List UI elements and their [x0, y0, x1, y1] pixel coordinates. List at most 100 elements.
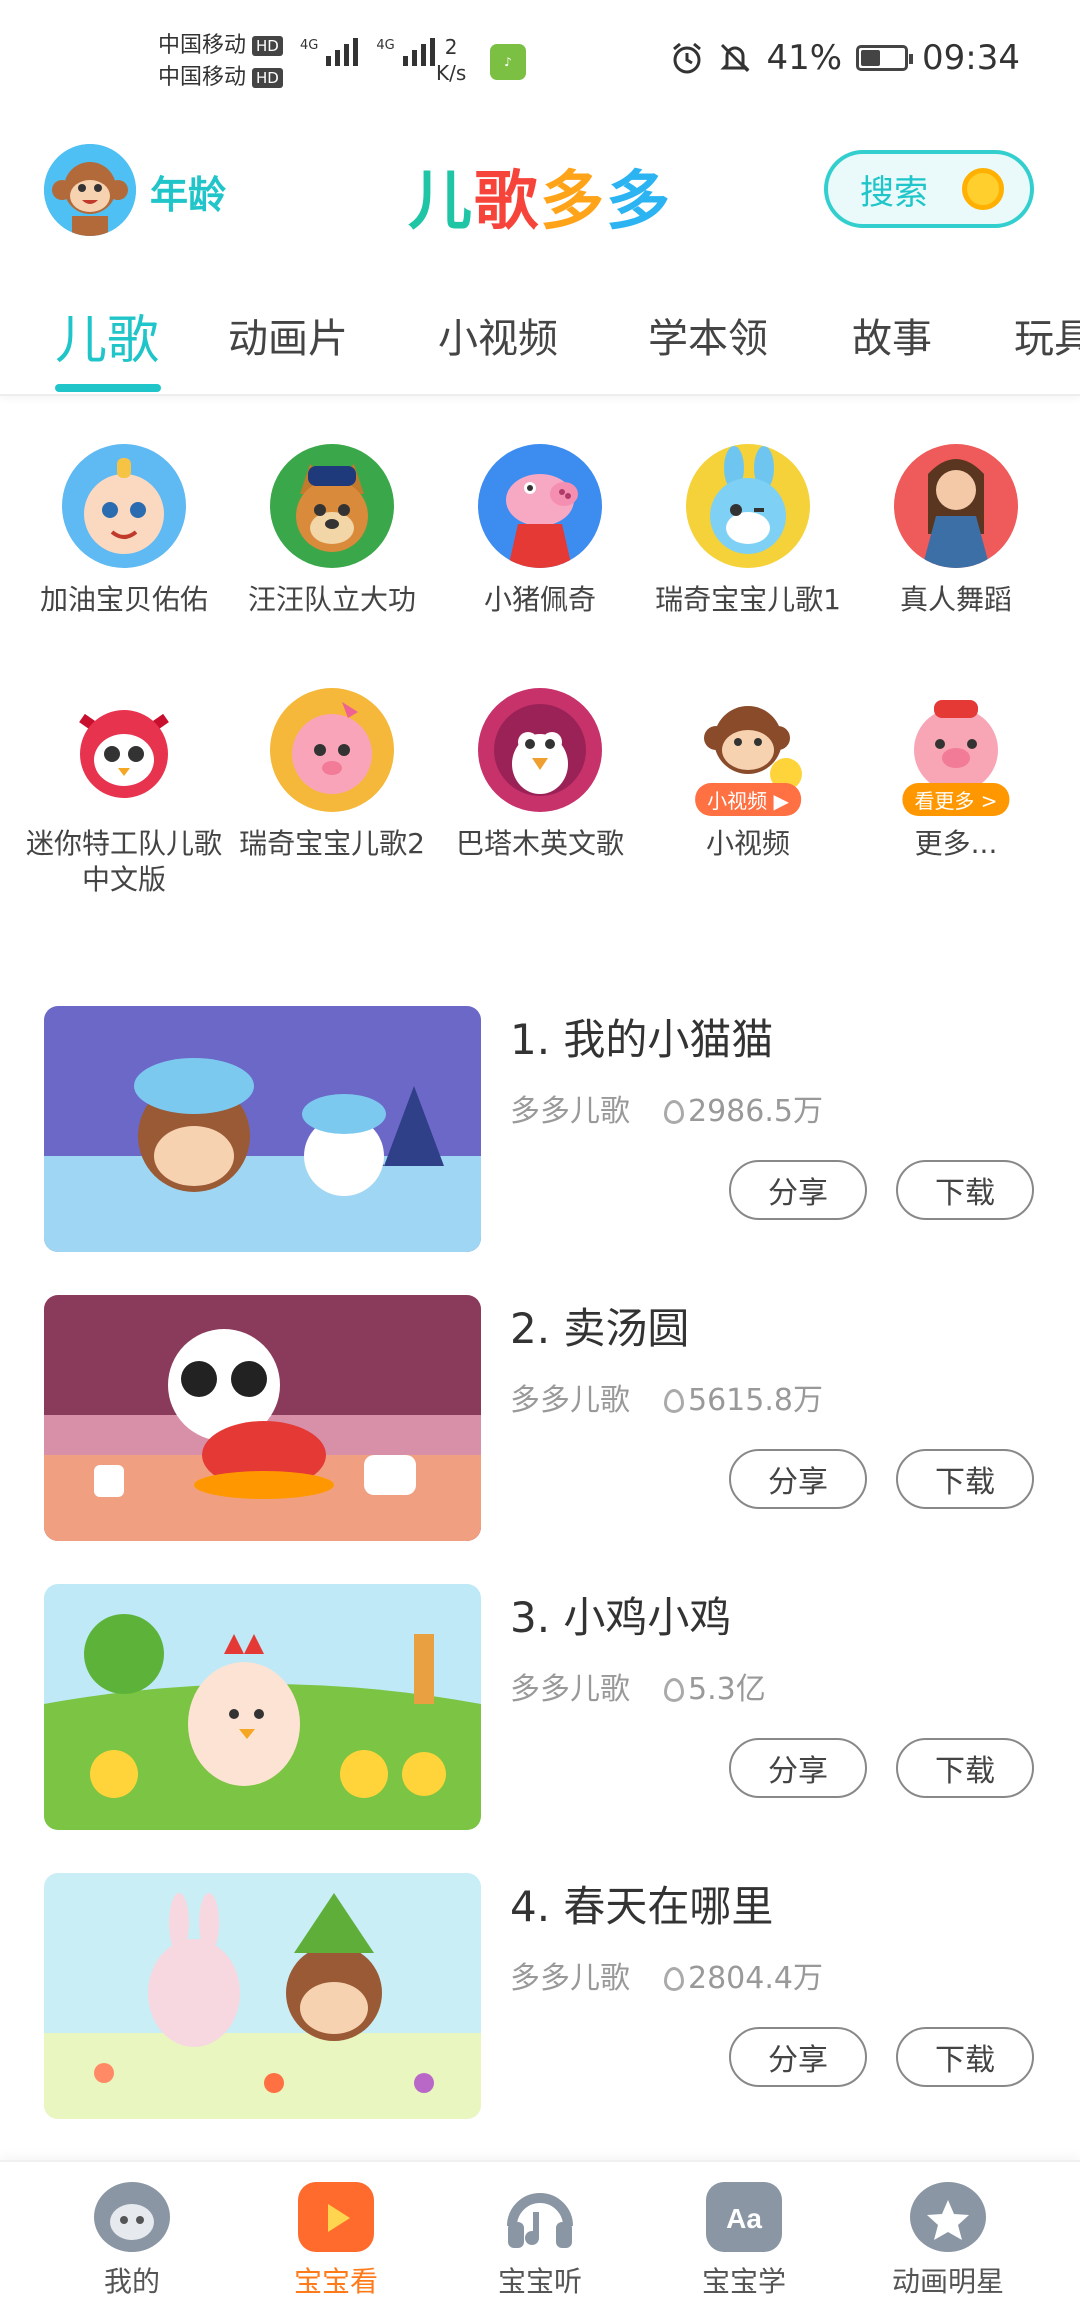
song-title[interactable]: 1. 我的小猫猫: [510, 1006, 773, 1067]
pig-character-icon: [478, 444, 602, 568]
app-notification-icon: ♪: [490, 44, 526, 80]
logo-char-1: 儿: [408, 165, 474, 239]
play-count: 5.3亿: [688, 1672, 766, 1707]
nav-baobaoting[interactable]: 宝宝听: [460, 2182, 620, 2300]
tab-erge[interactable]: 儿歌: [55, 298, 159, 373]
song-thumbnail[interactable]: [44, 1006, 481, 1252]
penguin-character-icon: [478, 688, 602, 812]
nav-wode[interactable]: 我的: [52, 2182, 212, 2300]
song-thumbnail[interactable]: [44, 1584, 481, 1830]
signal-icon: 4G 4G: [300, 38, 435, 66]
category-item[interactable]: 小视频 ▶ 小视频: [648, 688, 848, 862]
tab-wanju[interactable]: 玩具: [1014, 306, 1080, 364]
search-button[interactable]: 搜索: [824, 150, 1034, 228]
share-button[interactable]: 分享: [729, 1449, 867, 1509]
category-label: 小视频: [705, 827, 790, 860]
tab-xuebenling[interactable]: 学本领: [648, 306, 768, 364]
category-tabs: 儿歌 动画片 小视频 学本领 故事 玩具: [0, 296, 1080, 396]
category-label: 瑞奇宝宝儿歌2: [239, 827, 425, 860]
download-button[interactable]: 下载: [896, 1738, 1034, 1798]
song-title[interactable]: 4. 春天在哪里: [510, 1873, 773, 1934]
active-tab-indicator: [55, 384, 161, 392]
category-item[interactable]: 真人舞蹈: [856, 444, 1056, 618]
song-thumbnail[interactable]: [44, 1873, 481, 2119]
logo-char-4: 多: [606, 165, 672, 239]
battery-icon: [856, 45, 914, 71]
song-item[interactable]: 1. 我的小猫猫 多多儿歌 2986.5万 分享 下载: [44, 1006, 1034, 1252]
song-source: 多多儿歌: [510, 1094, 630, 1129]
download-button[interactable]: 下载: [896, 2027, 1034, 2087]
song-item[interactable]: 4. 春天在哪里 多多儿歌 2804.4万 分享 下载: [44, 1873, 1034, 2119]
network-speed: 2 K/s: [436, 35, 467, 85]
carrier-info: 中国移动 HD 中国移动 HD: [158, 30, 283, 94]
avatar[interactable]: [44, 144, 136, 236]
share-button[interactable]: 分享: [729, 1160, 867, 1220]
tab-xiaoshipin[interactable]: 小视频: [438, 306, 558, 364]
nav-baobaokan[interactable]: 宝宝看: [256, 2182, 416, 2300]
alarm-icon: [673, 42, 702, 74]
search-icon: [962, 168, 1004, 210]
download-button[interactable]: 下载: [896, 1160, 1034, 1220]
hd-badge: HD: [252, 68, 283, 88]
dog-character-icon: [270, 444, 394, 568]
category-item[interactable]: 瑞奇宝宝儿歌1: [648, 444, 848, 618]
logo-char-3: 多: [540, 165, 606, 239]
category-label: 巴塔木英文歌: [455, 827, 624, 860]
share-button[interactable]: 分享: [729, 1738, 867, 1798]
category-label: 瑞奇宝宝儿歌1: [655, 583, 841, 616]
nav-label: 动画明星: [891, 2265, 1004, 2298]
category-label: 小猪佩奇: [483, 583, 596, 616]
category-label: 真人舞蹈: [899, 583, 1012, 616]
owl-character-icon: [62, 688, 186, 812]
category-item[interactable]: 看更多 > 更多...: [856, 688, 1056, 862]
nav-label: 宝宝听: [497, 2265, 582, 2298]
play-count: 5615.8万: [688, 1383, 823, 1418]
more-badge: 看更多 >: [902, 783, 1010, 816]
category-item[interactable]: 迷你特工队儿歌 中文版: [24, 688, 224, 898]
app-header: 年龄 儿歌多多 搜索: [0, 140, 1080, 240]
nav-baobaoxue[interactable]: Aa 宝宝学: [664, 2182, 824, 2300]
download-button[interactable]: 下载: [896, 1449, 1034, 1509]
nav-label: 宝宝学: [701, 2265, 786, 2298]
song-item[interactable]: 2. 卖汤圆 多多儿歌 5615.8万 分享 下载: [44, 1295, 1034, 1541]
monkey-video-icon: 小视频 ▶: [686, 688, 810, 816]
flame-icon: [664, 1678, 684, 1702]
tab-gushi[interactable]: 故事: [852, 306, 932, 364]
category-label: 加油宝贝佑佑: [39, 583, 208, 616]
svg-text:Aa: Aa: [726, 2203, 762, 2234]
dancer-photo-icon: [894, 444, 1018, 568]
song-thumbnail[interactable]: [44, 1295, 481, 1541]
nav-donghuamingxing[interactable]: 动画明星: [868, 2182, 1028, 2300]
category-item[interactable]: 小猪佩奇: [440, 444, 640, 618]
flame-icon: [664, 1967, 684, 1991]
song-title[interactable]: 2. 卖汤圆: [510, 1295, 689, 1356]
song-title[interactable]: 3. 小鸡小鸡: [510, 1584, 731, 1645]
flame-icon: [664, 1389, 684, 1413]
share-button[interactable]: 分享: [729, 2027, 867, 2087]
category-item[interactable]: 巴塔木英文歌: [440, 688, 640, 862]
song-item[interactable]: 3. 小鸡小鸡 多多儿歌 5.3亿 分享 下载: [44, 1584, 1034, 1830]
monkey-face-icon: [94, 2182, 170, 2252]
category-item[interactable]: 汪汪队立大功: [232, 444, 432, 618]
baby-character-icon: [62, 444, 186, 568]
search-label: 搜索: [860, 172, 928, 213]
category-label: 迷你特工队儿歌 中文版: [25, 827, 222, 896]
age-selector[interactable]: 年龄: [150, 164, 226, 219]
tv-play-icon: [298, 2182, 374, 2252]
monkey-avatar-icon: [44, 144, 136, 236]
mute-bell-icon: [720, 43, 751, 73]
status-bar: 中国移动 HD 中国移动 HD 4G 4G 2 K/s ♪ 41% 09:34: [0, 0, 1080, 120]
category-label: 更多...: [914, 827, 998, 860]
hd-badge: HD: [252, 36, 283, 56]
category-item[interactable]: 加油宝贝佑佑: [24, 444, 224, 618]
play-count: 2804.4万: [688, 1961, 823, 1996]
category-item[interactable]: 瑞奇宝宝儿歌2: [232, 688, 432, 862]
puzzle-aa-icon: Aa: [706, 2182, 782, 2252]
headphones-icon: [502, 2182, 578, 2252]
nav-label: 宝宝看: [293, 2265, 378, 2298]
play-count: 2986.5万: [688, 1094, 823, 1129]
bottom-nav: 我的 宝宝看 宝宝听 Aa 宝宝学 动画明星: [0, 2160, 1080, 2310]
carrier-2: 中国移动: [158, 65, 247, 90]
tab-donghuapian[interactable]: 动画片: [228, 306, 348, 364]
carrier-1: 中国移动: [158, 33, 247, 58]
